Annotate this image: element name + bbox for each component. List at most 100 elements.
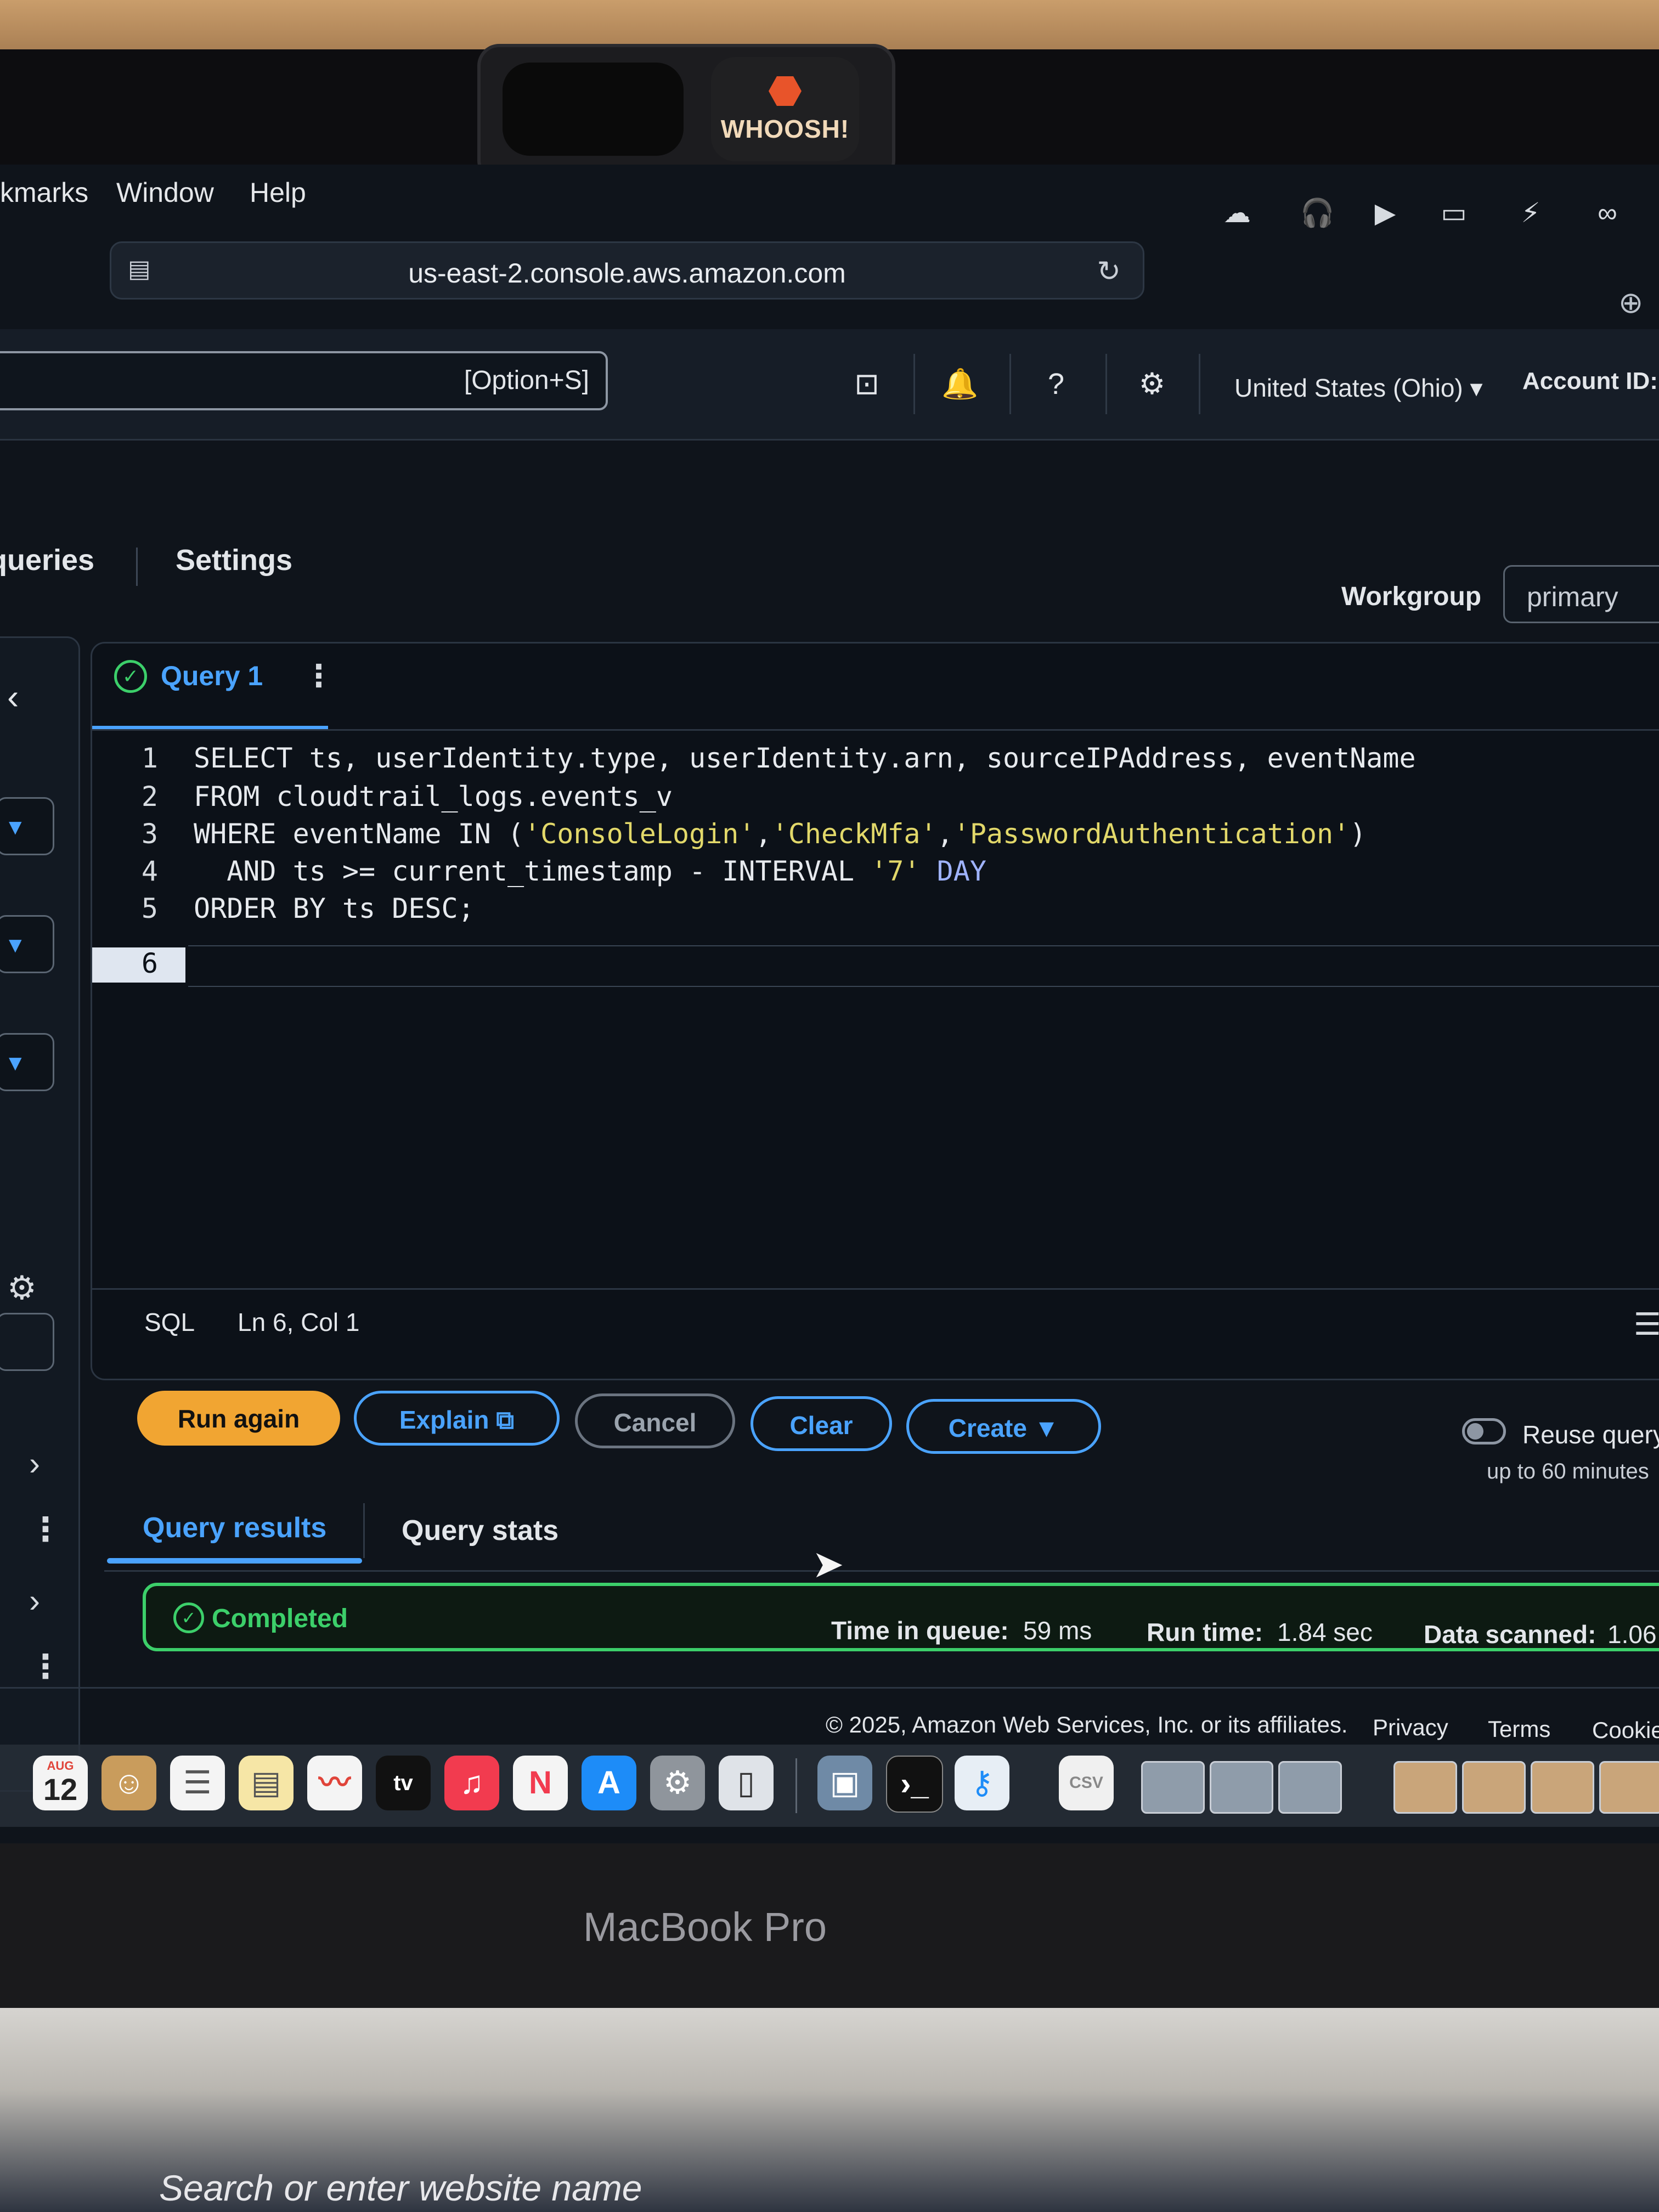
app-store-icon[interactable]: A — [582, 1756, 636, 1810]
caret-down-icon: ▼ — [4, 1051, 26, 1075]
create-button[interactable]: Create ▼ — [906, 1399, 1101, 1454]
passwords-app-icon[interactable]: ⚷ — [955, 1756, 1009, 1810]
caret-down-icon: ▼ — [4, 933, 26, 957]
freeform-app-icon[interactable]: 〰 — [307, 1756, 362, 1810]
string-literal: 'ConsoleLogin' — [524, 818, 755, 850]
bell-icon[interactable]: 🔔 — [941, 365, 979, 403]
iphone-mirroring-icon[interactable]: ▯ — [719, 1756, 774, 1810]
menu-bookmarks[interactable]: kmarks — [0, 177, 88, 208]
laptop-chassis: Search or enter website name — [0, 2008, 1659, 2212]
minimized-window-thumb[interactable] — [1210, 1761, 1273, 1814]
string-literal: 'CheckMfa' — [771, 818, 937, 850]
more-options-icon[interactable]: ⋮ — [29, 1510, 62, 1549]
more-options-icon[interactable]: ⋮ — [29, 1647, 62, 1686]
run-again-button[interactable]: Run again — [137, 1391, 340, 1446]
menu-help[interactable]: Help — [250, 177, 306, 208]
menu-window[interactable]: Window — [116, 177, 214, 208]
check-circle-icon: ✓ — [173, 1602, 204, 1633]
divider — [92, 729, 1659, 731]
code-token: , — [755, 818, 772, 850]
data-source-panel: ‹ ▼ ▼ ▼ ⚙ › ⋮ › ⋮ — [0, 636, 80, 1792]
tv-app-icon[interactable]: tv — [376, 1756, 431, 1810]
chevron-right-icon[interactable]: › — [29, 1582, 40, 1620]
webcam-slider — [503, 63, 684, 156]
divider — [104, 1570, 1659, 1572]
code-token: , — [936, 818, 953, 850]
tab-query-stats[interactable]: Query stats — [402, 1514, 558, 1547]
code-line-4: AND ts >= current_timestamp - INTERVAL '… — [194, 855, 986, 887]
filter-input[interactable] — [0, 1313, 54, 1371]
code-token: DAY — [920, 855, 986, 887]
catalog-dropdown[interactable]: ▼ — [0, 915, 54, 973]
reload-icon[interactable]: ↻ — [1097, 255, 1121, 288]
region-selector[interactable]: United States (Ohio) ▾ — [1234, 373, 1483, 403]
chevron-right-icon[interactable]: › — [29, 1444, 40, 1482]
battery-icon[interactable]: ⚡ — [1514, 198, 1547, 228]
csv-file-icon[interactable]: CSV — [1059, 1756, 1114, 1810]
more-options-icon[interactable]: ⋮ — [303, 658, 334, 694]
calendar-app-icon[interactable]: AUG 12 — [33, 1756, 88, 1810]
string-literal: 'PasswordAuthentication' — [953, 818, 1350, 850]
header-divider — [1009, 354, 1011, 414]
gear-icon[interactable]: ⚙ — [7, 1269, 37, 1307]
code-token: ) — [1350, 818, 1367, 850]
sql-editor[interactable]: 1 2 3 4 5 6 SELECT ts, userIdentity.type… — [92, 737, 1659, 1285]
data-scanned-label: Data scanned: — [1424, 1620, 1596, 1649]
query-tab-label[interactable]: Query 1 — [161, 660, 263, 692]
account-menu[interactable]: Account ID: 2 — [1522, 368, 1659, 395]
chevron-left-icon[interactable]: ‹ — [7, 676, 19, 717]
format-query-icon[interactable]: ☰ — [1634, 1306, 1659, 1342]
tab-recent-queries[interactable]: queries — [0, 543, 94, 577]
privacy-link[interactable]: Privacy — [1373, 1714, 1448, 1741]
play-icon[interactable]: ▶ — [1369, 198, 1402, 228]
calendar-month: AUG — [47, 1759, 74, 1773]
minimized-window-thumb[interactable] — [1393, 1761, 1457, 1814]
headphones-icon[interactable]: 🎧 — [1300, 198, 1334, 228]
code-token: WHERE eventName IN ( — [194, 818, 524, 850]
cookie-link[interactable]: Cookie — [1592, 1717, 1659, 1743]
reuse-query-toggle[interactable] — [1462, 1418, 1506, 1444]
minimized-window-thumb[interactable] — [1531, 1761, 1594, 1814]
minimized-window-thumb[interactable] — [1278, 1761, 1342, 1814]
code-line-5: ORDER BY ts DESC; — [194, 893, 475, 924]
tab-query-results[interactable]: Query results — [143, 1511, 326, 1544]
reminders-app-icon[interactable]: ☰ — [170, 1756, 225, 1810]
cloudshell-icon[interactable]: ⊡ — [848, 365, 886, 403]
minimized-window-thumb[interactable] — [1599, 1761, 1659, 1814]
caret-down-icon: ▼ — [4, 815, 26, 839]
music-app-icon[interactable]: ♫ — [444, 1756, 499, 1810]
notes-app-icon[interactable]: ▤ — [239, 1756, 294, 1810]
dock-divider — [795, 1758, 797, 1813]
contacts-app-icon[interactable]: ☺ — [101, 1756, 156, 1810]
url-text[interactable]: us-east-2.console.aws.amazon.com — [111, 257, 1143, 289]
clear-button[interactable]: Clear — [751, 1396, 892, 1451]
reuse-query-subtext: up to 60 minutes — [1487, 1459, 1649, 1483]
display-icon[interactable]: ▭ — [1437, 198, 1470, 228]
hexagon-icon — [769, 76, 802, 106]
cloud-icon[interactable]: ☁ — [1221, 198, 1254, 228]
workgroup-value: primary — [1527, 582, 1618, 612]
terms-link[interactable]: Terms — [1488, 1716, 1550, 1742]
help-icon[interactable]: ? — [1037, 365, 1075, 403]
database-dropdown[interactable]: ▼ — [0, 1033, 54, 1091]
system-settings-icon[interactable]: ⚙ — [650, 1756, 705, 1810]
preview-app-icon[interactable]: ▣ — [817, 1756, 872, 1810]
code-line-3: WHERE eventName IN ('ConsoleLogin','Chec… — [194, 818, 1366, 850]
code-token: AND ts >= current_timestamp - INTERVAL — [194, 855, 871, 887]
browser-address-bar[interactable]: ▤ us-east-2.console.aws.amazon.com ↻ — [110, 241, 1144, 300]
minimized-window-thumb[interactable] — [1462, 1761, 1526, 1814]
whoosh-brand: WHOOSH! — [720, 115, 850, 143]
download-icon[interactable]: ⊕ — [1618, 285, 1643, 320]
gear-icon[interactable]: ⚙ — [1133, 365, 1171, 403]
workgroup-select[interactable]: primary — [1503, 565, 1659, 623]
aws-search-input[interactable]: [Option+S] — [0, 351, 608, 410]
link-icon[interactable]: ∞ — [1591, 198, 1624, 228]
tab-divider — [136, 548, 138, 586]
data-source-dropdown[interactable]: ▼ — [0, 797, 54, 855]
explain-button[interactable]: Explain ⧉ — [354, 1391, 560, 1446]
terminal-app-icon[interactable]: ›_ — [886, 1756, 943, 1813]
news-app-icon[interactable]: N — [513, 1756, 568, 1810]
minimized-window-thumb[interactable] — [1141, 1761, 1205, 1814]
cancel-button[interactable]: Cancel — [575, 1393, 735, 1448]
tab-settings[interactable]: Settings — [176, 543, 292, 577]
